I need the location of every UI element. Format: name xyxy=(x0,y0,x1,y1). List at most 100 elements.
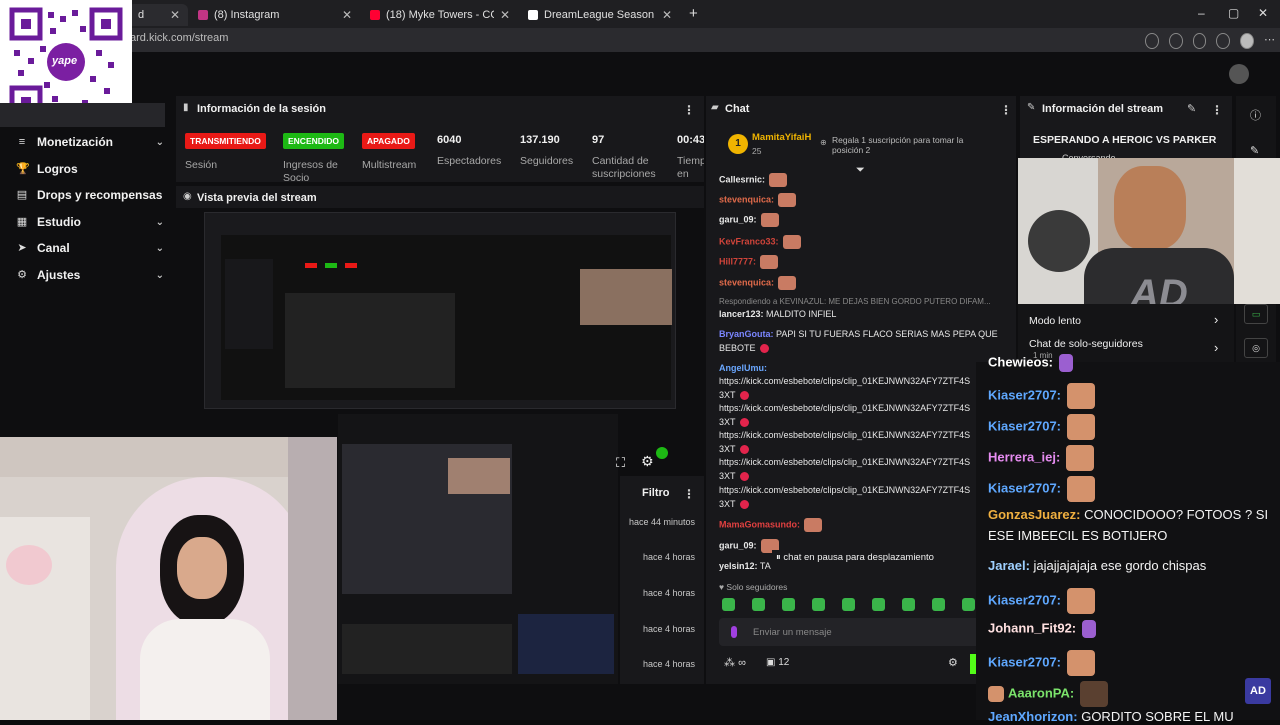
profile-icon[interactable] xyxy=(1240,33,1254,49)
tab-kick[interactable]: d ✕ xyxy=(128,4,188,26)
filter-time: hace 4 horas xyxy=(643,624,696,634)
chat-message: garu_09: xyxy=(719,539,779,553)
emote-icon xyxy=(1082,620,1097,638)
chat-input[interactable]: Enviar un mensaje xyxy=(719,618,1009,646)
chat-link[interactable]: https://kick.com/esbebote/clips/clip_01K… xyxy=(719,456,974,468)
sidebar-item-canal[interactable]: ➤ Canal ⌄ xyxy=(16,241,164,255)
chevron-down-icon[interactable]: ⌄ xyxy=(156,137,164,148)
kebab-menu-icon[interactable]: ⋮ xyxy=(1000,103,1012,117)
chat-settings-icon[interactable]: ⚙ xyxy=(948,656,958,669)
instagram-icon xyxy=(198,10,208,20)
star-icon[interactable] xyxy=(1168,33,1183,49)
chevron-right-icon[interactable]: › xyxy=(1214,340,1218,355)
plush-toy xyxy=(6,545,52,585)
close-icon[interactable]: ✕ xyxy=(336,8,352,22)
sidebar-item-estudio[interactable]: ▦ Estudio ⌄ xyxy=(16,215,164,229)
filter-time: hace 4 horas xyxy=(643,659,696,669)
chat-paused-banner[interactable]: ⏸ chat en pausa para desplazamiento xyxy=(772,550,938,565)
chevron-down-icon[interactable]: ⌄ xyxy=(156,243,164,254)
overlay-chat-line: AaaronPA: xyxy=(988,681,1109,707)
favorites-icon[interactable] xyxy=(1216,33,1231,49)
chat-link-suffix: 3XT xyxy=(719,389,749,401)
read-aloud-icon[interactable] xyxy=(1145,33,1159,49)
live-indicator xyxy=(656,447,668,459)
overlay-chat-line: Kiaser2707: xyxy=(988,414,1095,440)
followers-only-label: ♥ Solo seguidores xyxy=(719,582,788,592)
panel-title: Chat xyxy=(725,103,750,115)
ad-gamer-logo: AD xyxy=(1245,678,1271,704)
emote-icon xyxy=(1067,383,1095,409)
emote-picker-icon[interactable] xyxy=(731,626,737,638)
close-window-button[interactable]: ✕ xyxy=(1258,6,1268,20)
sidebar-item-monetizacion[interactable]: ≡ Monetización ⌄ xyxy=(16,135,164,149)
kebab-menu-icon[interactable]: ⋮ xyxy=(1211,103,1223,117)
obs-capture xyxy=(338,414,618,684)
tab-instagram[interactable]: (8) Instagram ✕ xyxy=(190,4,360,26)
info-icon[interactable]: ⓘ xyxy=(1250,107,1261,123)
chat-message: stevenquica: xyxy=(719,276,797,290)
tab-label: DreamLeague Season 28: South A xyxy=(544,9,656,21)
viewers-icon[interactable]: ⁂ ∞ xyxy=(724,656,746,669)
slow-mode-toggle[interactable]: Modo lento xyxy=(1029,315,1081,327)
chat-link[interactable]: https://kick.com/esbebote/clips/clip_01K… xyxy=(719,484,974,496)
chevron-down-icon[interactable]: ⌄ xyxy=(156,270,164,281)
chat-bubble-icon[interactable]: ▭ xyxy=(1244,304,1268,324)
expand-icon[interactable]: ⏷ xyxy=(856,164,865,177)
sidebar-active-item[interactable] xyxy=(0,103,165,127)
overlay-chat-line: Kiaser2707: xyxy=(988,588,1095,614)
chevron-down-icon[interactable]: ⌄ xyxy=(156,217,164,228)
sidebar-item-label: Drops y recompensas xyxy=(37,188,163,202)
chat-message: KevFranco33: xyxy=(719,235,801,249)
sidebar-item-drops[interactable]: ▤ Drops y recompensas xyxy=(16,188,164,202)
chat-link-suffix: 3XT xyxy=(719,470,749,482)
chat-link[interactable]: https://kick.com/esbebote/clips/clip_01K… xyxy=(719,375,974,387)
sidebar-item-logros[interactable]: 🏆 Logros xyxy=(16,162,164,176)
emote-icon xyxy=(760,213,779,227)
kebab-menu-icon[interactable]: ⋮ xyxy=(683,487,695,501)
tab-youtube[interactable]: (18) Myke Towers - COMPETENCIA ✕ xyxy=(362,4,518,26)
guest-webcam xyxy=(0,437,337,720)
url-text[interactable]: ard.kick.com/stream xyxy=(130,32,228,44)
stream-title: ESPERANDO A HEROIC VS PARKER xyxy=(1033,134,1217,146)
pencil-icon[interactable]: ✎ xyxy=(1250,144,1259,157)
heart-outline-icon: ♥ xyxy=(719,582,725,592)
tab-dreamleague[interactable]: DreamLeague Season 28: South A ✕ xyxy=(520,4,680,26)
chevron-right-icon[interactable]: › xyxy=(1214,312,1218,327)
close-icon[interactable]: ✕ xyxy=(164,8,180,22)
chat-link[interactable]: https://kick.com/esbebote/clips/clip_01K… xyxy=(719,429,974,441)
close-icon[interactable]: ✕ xyxy=(494,8,510,22)
emote-bar[interactable] xyxy=(722,598,982,612)
filter-time: hace 4 horas xyxy=(643,552,696,562)
stat-label: Cantidad de suscripciones xyxy=(592,155,656,180)
chat-input-placeholder: Enviar un mensaje xyxy=(753,627,832,638)
nested-webcam xyxy=(580,269,672,325)
broadcast-icon[interactable]: ◎ xyxy=(1244,338,1268,358)
close-icon[interactable]: ✕ xyxy=(656,8,672,22)
status-badge-session: TRANSMITIENDO xyxy=(185,133,266,149)
tab-label: d xyxy=(138,9,145,21)
sidebar-item-label: Monetización xyxy=(37,135,114,149)
fullscreen-icon[interactable]: ⛶ xyxy=(616,455,625,471)
stream-preview-video[interactable] xyxy=(204,212,676,409)
tab-label: (18) Myke Towers - COMPETENCIA xyxy=(386,9,494,21)
filter-panel xyxy=(620,476,704,684)
minimize-button[interactable]: – xyxy=(1198,6,1205,20)
extensions-icon[interactable] xyxy=(1192,33,1207,49)
followers-only-toggle[interactable]: Chat de solo-seguidores xyxy=(1029,338,1143,350)
emote-icon xyxy=(1067,588,1095,614)
user-avatar[interactable] xyxy=(1229,64,1249,84)
chat-link[interactable]: https://kick.com/esbebote/clips/clip_01K… xyxy=(719,402,974,414)
sidebar-item-ajustes[interactable]: ⚙ Ajustes ⌄ xyxy=(16,268,164,282)
gift-counter[interactable]: ▣ 12 xyxy=(766,657,789,668)
new-tab-button[interactable]: + xyxy=(689,5,698,22)
fan-image xyxy=(1028,210,1090,272)
stat-value-time: 00:43 xyxy=(677,134,704,146)
menu-icon[interactable]: ⋯ xyxy=(1264,33,1275,47)
maximize-button[interactable]: ▢ xyxy=(1228,6,1239,20)
chat-message: AngelUmu: xyxy=(719,363,767,373)
kebab-menu-icon[interactable]: ⋮ xyxy=(683,103,695,117)
pinned-user[interactable]: MamitaYifaiH xyxy=(752,132,811,143)
yape-logo: yape xyxy=(52,55,78,67)
settings-icon[interactable]: ⚙ xyxy=(641,453,654,470)
pencil-icon[interactable]: ✎ xyxy=(1187,102,1196,115)
